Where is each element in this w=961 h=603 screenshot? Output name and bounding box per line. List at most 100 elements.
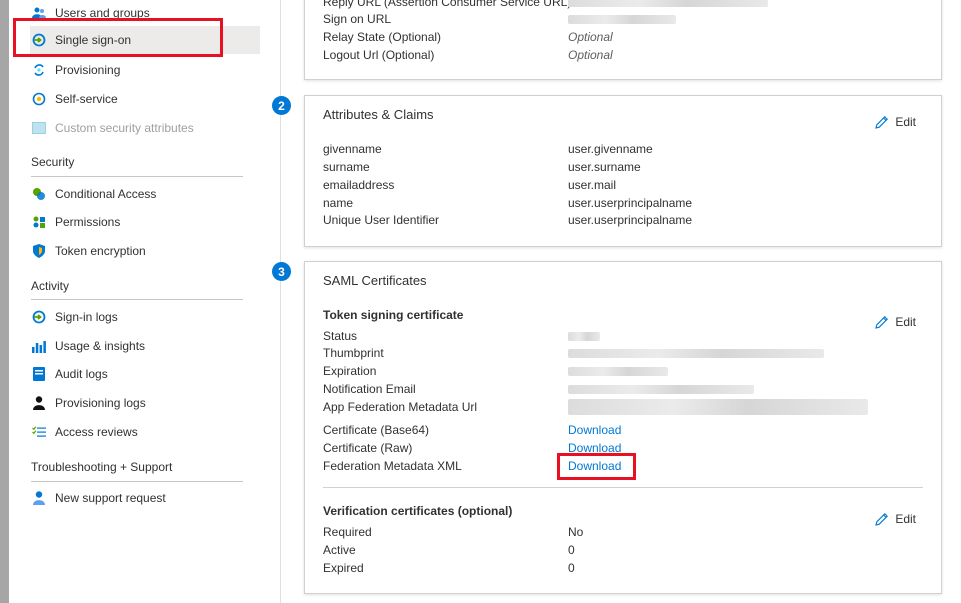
givenname-label: givenname <box>323 142 382 156</box>
sidebar-divider <box>280 0 281 603</box>
verification-edit-button[interactable]: Edit <box>875 512 916 526</box>
left-rail <box>0 0 9 603</box>
edit-label: Edit <box>895 512 916 526</box>
sign-in-icon <box>32 310 46 324</box>
sidebar-item-label: New support request <box>55 491 166 505</box>
sign-on-url-value-redacted <box>568 15 676 24</box>
active-value: 0 <box>568 543 575 557</box>
status-label: Status <box>323 329 358 343</box>
sidebar-item-usage-insights[interactable]: Usage & insights <box>30 332 260 360</box>
sidebar-item-label: Access reviews <box>55 425 138 439</box>
sidebar-item-access-reviews[interactable]: Access reviews <box>30 418 260 446</box>
certificate-raw-label: Certificate (Raw) <box>323 441 413 455</box>
required-label: Required <box>323 525 372 539</box>
security-heading: Security <box>31 155 75 169</box>
name-label: name <box>323 196 354 210</box>
attributes-claims-card: Attributes & Claims Edit givenname user.… <box>304 95 942 247</box>
notification-email-value-redacted <box>568 385 754 394</box>
sign-on-url-label: Sign on URL <box>323 12 392 26</box>
sidebar-item-label: Custom security attributes <box>55 121 194 135</box>
pencil-icon <box>875 513 889 526</box>
logout-url-label: Logout Url (Optional) <box>323 48 435 62</box>
sidebar-item-label: Provisioning <box>55 63 121 77</box>
sidebar-nav: Users and groups Single sign-on Provisio… <box>9 0 280 603</box>
security-divider <box>31 176 243 177</box>
sidebar-item-token-encryption[interactable]: Token encryption <box>30 237 260 265</box>
name-value: user.userprincipalname <box>568 196 693 210</box>
sidebar-item-conditional-access[interactable]: Conditional Access <box>30 180 260 208</box>
relay-state-label: Relay State (Optional) <box>323 30 442 44</box>
reply-url-value-redacted <box>568 0 768 7</box>
sidebar-item-provisioning-logs[interactable]: Provisioning logs <box>30 389 260 417</box>
emailaddress-label: emailaddress <box>323 178 395 192</box>
checklist-icon <box>32 425 46 439</box>
support-person-icon <box>32 491 46 505</box>
activity-divider <box>31 299 243 300</box>
edit-label: Edit <box>895 115 916 129</box>
sidebar-item-self-service[interactable]: Self-service <box>30 85 260 113</box>
surname-value: user.surname <box>568 160 641 174</box>
logout-url-value: Optional <box>568 48 613 62</box>
sidebar-item-new-support-request[interactable]: New support request <box>30 484 260 512</box>
sidebar-item-label: Audit logs <box>55 367 108 381</box>
status-value-redacted <box>568 332 600 341</box>
custom-attributes-icon <box>32 121 46 135</box>
shield-icon <box>32 244 46 258</box>
unique-user-identifier-value: user.userprincipalname <box>568 213 693 227</box>
active-label: Active <box>323 543 356 557</box>
sidebar-item-label: Sign-in logs <box>55 310 118 324</box>
step-badge-2: 2 <box>272 96 291 115</box>
support-heading: Troubleshooting + Support <box>31 460 173 474</box>
token-signing-edit-button[interactable]: Edit <box>875 315 916 329</box>
support-divider <box>31 481 243 482</box>
sidebar-item-label: Permissions <box>55 215 121 229</box>
pencil-icon <box>875 116 889 129</box>
audit-log-icon <box>32 367 46 381</box>
certificates-separator <box>323 487 923 488</box>
surname-label: surname <box>323 160 370 174</box>
sidebar-item-permissions[interactable]: Permissions <box>30 208 260 236</box>
sidebar-item-custom-security-attributes[interactable]: Custom security attributes <box>30 114 260 142</box>
self-service-icon <box>32 92 46 106</box>
sidebar-item-sign-in-logs[interactable]: Sign-in logs <box>30 303 260 331</box>
step-badge-3: 3 <box>272 262 291 281</box>
highlight-sso <box>13 18 223 57</box>
thumbprint-value-redacted <box>568 349 824 358</box>
thumbprint-label: Thumbprint <box>323 346 384 360</box>
token-signing-heading: Token signing certificate <box>323 308 464 322</box>
notification-email-label: Notification Email <box>323 382 416 396</box>
sidebar-item-label: Provisioning logs <box>55 396 146 410</box>
certificate-base64-download-link[interactable]: Download <box>568 423 621 437</box>
certificate-base64-label: Certificate (Base64) <box>323 423 430 437</box>
required-value: No <box>568 525 584 539</box>
emailaddress-value: user.mail <box>568 178 617 192</box>
provisioning-icon <box>32 63 46 77</box>
sidebar-item-label: Usage & insights <box>55 339 146 353</box>
metadata-url-value-redacted[interactable] <box>568 399 868 415</box>
activity-heading: Activity <box>31 279 70 293</box>
person-icon <box>32 396 46 410</box>
federation-metadata-xml-label: Federation Metadata XML <box>323 459 462 473</box>
saml-certificates-title: SAML Certificates <box>323 273 427 288</box>
expiration-label: Expiration <box>323 364 377 378</box>
attributes-claims-title: Attributes & Claims <box>323 107 434 122</box>
permissions-icon <box>32 215 46 229</box>
edit-label: Edit <box>895 315 916 329</box>
expired-label: Expired <box>323 561 364 575</box>
chart-icon <box>32 339 46 353</box>
conditional-access-icon <box>32 187 46 201</box>
saml-certificates-card: SAML Certificates Token signing certific… <box>304 261 942 594</box>
expiration-value-redacted <box>568 367 668 376</box>
reply-url-label: Reply URL (Assertion Consumer Service UR… <box>323 0 572 9</box>
sidebar-item-label: Token encryption <box>55 244 146 258</box>
givenname-value: user.givenname <box>568 142 653 156</box>
sidebar-item-provisioning[interactable]: Provisioning <box>30 56 260 84</box>
sidebar-item-label: Self-service <box>55 92 118 106</box>
highlight-federation-download <box>557 453 636 480</box>
attributes-edit-button[interactable]: Edit <box>875 115 916 129</box>
sidebar-item-audit-logs[interactable]: Audit logs <box>30 360 260 388</box>
metadata-url-label: App Federation Metadata Url <box>323 400 478 414</box>
sidebar-item-label: Conditional Access <box>55 187 157 201</box>
basic-saml-card: Reply URL (Assertion Consumer Service UR… <box>304 0 942 80</box>
expired-value: 0 <box>568 561 575 575</box>
